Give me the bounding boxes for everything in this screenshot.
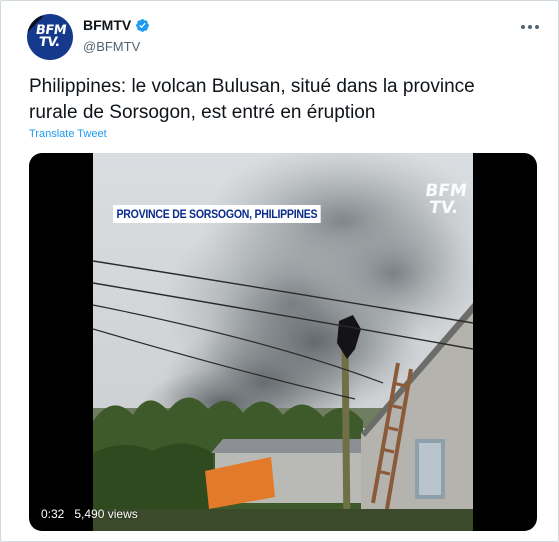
video-player[interactable]: PROVINCE DE SORSOGON, PHILIPPINES BFM TV…	[29, 153, 537, 531]
display-name[interactable]: BFMTV	[83, 17, 131, 33]
verified-badge-icon	[136, 18, 150, 32]
bfmtv-logo: BFM TV.	[27, 14, 73, 60]
video-frame[interactable]: PROVINCE DE SORSOGON, PHILIPPINES BFM TV…	[93, 153, 473, 531]
avatar-logo-line2: TV.	[37, 35, 61, 50]
video-meta: 0:32 5,490 views	[41, 507, 138, 521]
tweet-text-line2: rurale de Sorsogon, est entré en éruptio…	[29, 102, 376, 123]
video-view-count: 5,490 views	[74, 507, 138, 521]
user-handle[interactable]: @BFMTV	[83, 39, 140, 54]
bfmtv-watermark: BFM TV.	[422, 181, 468, 218]
tweet-card[interactable]: BFM TV. BFMTV @BFMTV Philippines: le vol…	[0, 0, 559, 542]
author-name-row: BFMTV	[83, 17, 150, 33]
tweet-text: Philippines: le volcan Bulusan, situé da…	[29, 74, 539, 126]
translate-tweet-link[interactable]: Translate Tweet	[29, 128, 107, 140]
watermark-line2: TV.	[427, 198, 460, 218]
video-location-caption: PROVINCE DE SORSOGON, PHILIPPINES	[113, 205, 321, 223]
avatar[interactable]: BFM TV.	[27, 14, 73, 60]
tweet-text-line1: Philippines: le volcan Bulusan, situé da…	[29, 76, 475, 97]
more-options-icon[interactable]	[517, 17, 543, 37]
video-duration: 0:32	[41, 507, 65, 521]
